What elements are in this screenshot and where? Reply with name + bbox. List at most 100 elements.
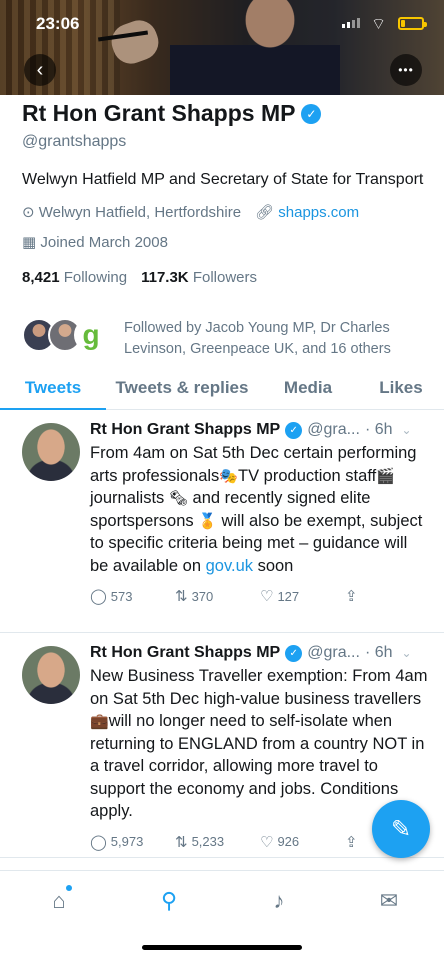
tweet-text-part: journalists bbox=[90, 489, 165, 507]
like-count: 926 bbox=[277, 834, 300, 849]
tweet-content: Rt Hon Grant Shapps MP ✓ @gra... · 6h ⌄ … bbox=[90, 421, 430, 605]
chevron-left-icon: ‹ bbox=[36, 58, 44, 81]
chevron-down-icon[interactable]: ⌄ bbox=[402, 423, 412, 437]
retweet-button[interactable]: ⇅ 5,233 bbox=[175, 833, 260, 851]
tab-likes[interactable]: Likes bbox=[358, 368, 444, 409]
profile-tabs: Tweets Tweets & replies Media Likes bbox=[0, 368, 444, 410]
followers-link[interactable]: 117.3K Followers bbox=[141, 269, 257, 286]
tweet-text-part: will no longer need to self-isolate when… bbox=[90, 712, 425, 820]
like-button[interactable]: ♡ 926 bbox=[260, 833, 345, 851]
retweet-count: 5,233 bbox=[191, 834, 225, 849]
website-link[interactable]: shapps.com bbox=[278, 204, 359, 221]
tweet-handle: @gra... bbox=[307, 644, 360, 661]
website[interactable]: 🔗︎ shapps.com bbox=[255, 203, 359, 221]
home-indicator bbox=[142, 945, 302, 950]
calendar-icon: ▦ bbox=[22, 234, 37, 251]
like-button[interactable]: ♡ 127 bbox=[260, 587, 345, 605]
avatar[interactable] bbox=[22, 423, 80, 481]
greenpeace-avatar: g bbox=[74, 318, 108, 352]
more-options-button[interactable]: ••• bbox=[390, 54, 422, 86]
tab-tweets-replies[interactable]: Tweets & replies bbox=[106, 368, 258, 409]
tweet-text: New Business Traveller exemption: From 4… bbox=[90, 665, 430, 823]
clapper-board-emoji: 🎬 bbox=[376, 466, 395, 485]
joined-date: ▦ Joined March 2008 bbox=[22, 233, 432, 251]
chevron-down-icon[interactable]: ⌄ bbox=[402, 646, 412, 660]
retweet-icon: ⇅ bbox=[175, 588, 188, 605]
tweet-author[interactable]: Rt Hon Grant Shapps MP bbox=[90, 644, 280, 662]
profile-name-row: Rt Hon Grant Shapps MP ✓ bbox=[22, 100, 432, 127]
share-icon: ⇪ bbox=[345, 833, 358, 851]
tweet-actions: ◯ 573 ⇅ 370 ♡ 127 ⇪ bbox=[90, 587, 430, 605]
heart-icon: ♡ bbox=[260, 833, 274, 851]
tweet-text: From 4am on Sat 5th Dec certain performi… bbox=[90, 442, 430, 577]
profile-name: Rt Hon Grant Shapps MP bbox=[22, 100, 296, 126]
tweet-link[interactable]: gov.uk bbox=[206, 557, 253, 575]
compose-tweet-button[interactable]: ✎ bbox=[372, 800, 430, 858]
following-label: Following bbox=[63, 269, 128, 286]
reply-count: 573 bbox=[110, 588, 133, 604]
status-bar: 23:06 ⌔ bbox=[0, 0, 444, 48]
mail-icon: ✉ bbox=[379, 888, 399, 913]
reply-count: 5,973 bbox=[110, 834, 144, 849]
tab-media[interactable]: Media bbox=[258, 368, 358, 409]
notifications-tab[interactable]: ♪ bbox=[264, 887, 294, 915]
retweet-icon: ⇅ bbox=[175, 833, 188, 851]
reply-icon: ◯ bbox=[90, 833, 107, 851]
retweet-count: 370 bbox=[191, 588, 214, 604]
tweet[interactable]: Rt Hon Grant Shapps MP ✓ @gra... · 6h ⌄ … bbox=[0, 411, 444, 633]
avatar[interactable] bbox=[22, 646, 80, 704]
profile-bio: Welwyn Hatfield MP and Secretary of Stat… bbox=[22, 171, 424, 188]
followed-by-avatars: g bbox=[22, 318, 108, 354]
back-button[interactable]: ‹ bbox=[24, 54, 56, 86]
profile-info: Rt Hon Grant Shapps MP ✓ @grantshapps We… bbox=[22, 100, 432, 286]
link-icon: 🔗︎ bbox=[255, 204, 275, 221]
followers-label: Followers bbox=[192, 269, 257, 286]
followed-by[interactable]: g Followed by Jacob Young MP, Dr Charles… bbox=[22, 318, 432, 360]
reply-button[interactable]: ◯ 5,973 bbox=[90, 833, 175, 851]
search-tab[interactable]: ⚲ bbox=[154, 887, 184, 915]
tweet-text-part: New Business Traveller exemption: From 4… bbox=[90, 667, 428, 708]
newspaper-emoji: 🗞 bbox=[168, 489, 188, 507]
retweet-button[interactable]: ⇅ 370 bbox=[175, 587, 260, 605]
tweet-time: · 6h bbox=[364, 644, 393, 661]
search-icon: ⚲ bbox=[160, 888, 178, 913]
tweet-author[interactable]: Rt Hon Grant Shapps MP bbox=[90, 421, 280, 439]
status-time: 23:06 bbox=[36, 14, 80, 33]
heart-icon: ♡ bbox=[260, 588, 274, 605]
tweet-text-part: soon bbox=[253, 556, 294, 575]
followed-by-line2: Levinson, Greenpeace UK, and 16 others bbox=[124, 341, 391, 357]
battery-fill bbox=[401, 20, 405, 27]
tweet-text-part: TV production staff bbox=[238, 466, 377, 485]
tweet-header: Rt Hon Grant Shapps MP ✓ @gra... · 6h ⌄ bbox=[90, 644, 430, 662]
messages-tab[interactable]: ✉ bbox=[374, 887, 404, 915]
followed-by-text: Followed by Jacob Young MP, Dr Charles L… bbox=[124, 318, 391, 360]
verified-icon: ✓ bbox=[301, 103, 322, 124]
joined-text: Joined March 2008 bbox=[40, 234, 168, 251]
location: ⊙ Welwyn Hatfield, Hertfordshire bbox=[22, 203, 241, 221]
following-count: 8,421 bbox=[22, 269, 60, 286]
tweet-handle: @gra... bbox=[307, 421, 360, 438]
share-icon: ⇪ bbox=[345, 588, 358, 605]
profile-meta: ⊙ Welwyn Hatfield, Hertfordshire 🔗︎ shap… bbox=[22, 203, 432, 221]
new-content-dot bbox=[66, 885, 72, 891]
tab-tweets[interactable]: Tweets bbox=[0, 368, 106, 410]
reply-button[interactable]: ◯ 573 bbox=[90, 587, 175, 605]
bell-icon: ♪ bbox=[273, 888, 285, 913]
location-icon: ⊙ bbox=[22, 204, 35, 221]
share-button[interactable]: ⇪ bbox=[345, 587, 430, 605]
home-tab[interactable]: ⌂ bbox=[44, 885, 74, 915]
performing-arts-emoji: 🎭 bbox=[219, 466, 238, 485]
medal-emoji: 🏅 bbox=[198, 511, 217, 530]
wifi-icon: ⌔ bbox=[370, 16, 386, 33]
compose-icon: ✎ bbox=[390, 815, 412, 843]
followers-count: 117.3K bbox=[141, 269, 189, 286]
reply-icon: ◯ bbox=[90, 588, 107, 605]
tweet-time: · 6h bbox=[364, 421, 393, 438]
home-icon: ⌂ bbox=[52, 888, 66, 913]
following-link[interactable]: 8,421 Following bbox=[22, 269, 127, 286]
signal-icon bbox=[342, 18, 360, 28]
location-text: Welwyn Hatfield, Hertfordshire bbox=[38, 204, 242, 221]
more-icon: ••• bbox=[398, 63, 414, 77]
profile-handle: @grantshapps bbox=[22, 133, 127, 150]
tweet-header: Rt Hon Grant Shapps MP ✓ @gra... · 6h ⌄ bbox=[90, 421, 430, 439]
